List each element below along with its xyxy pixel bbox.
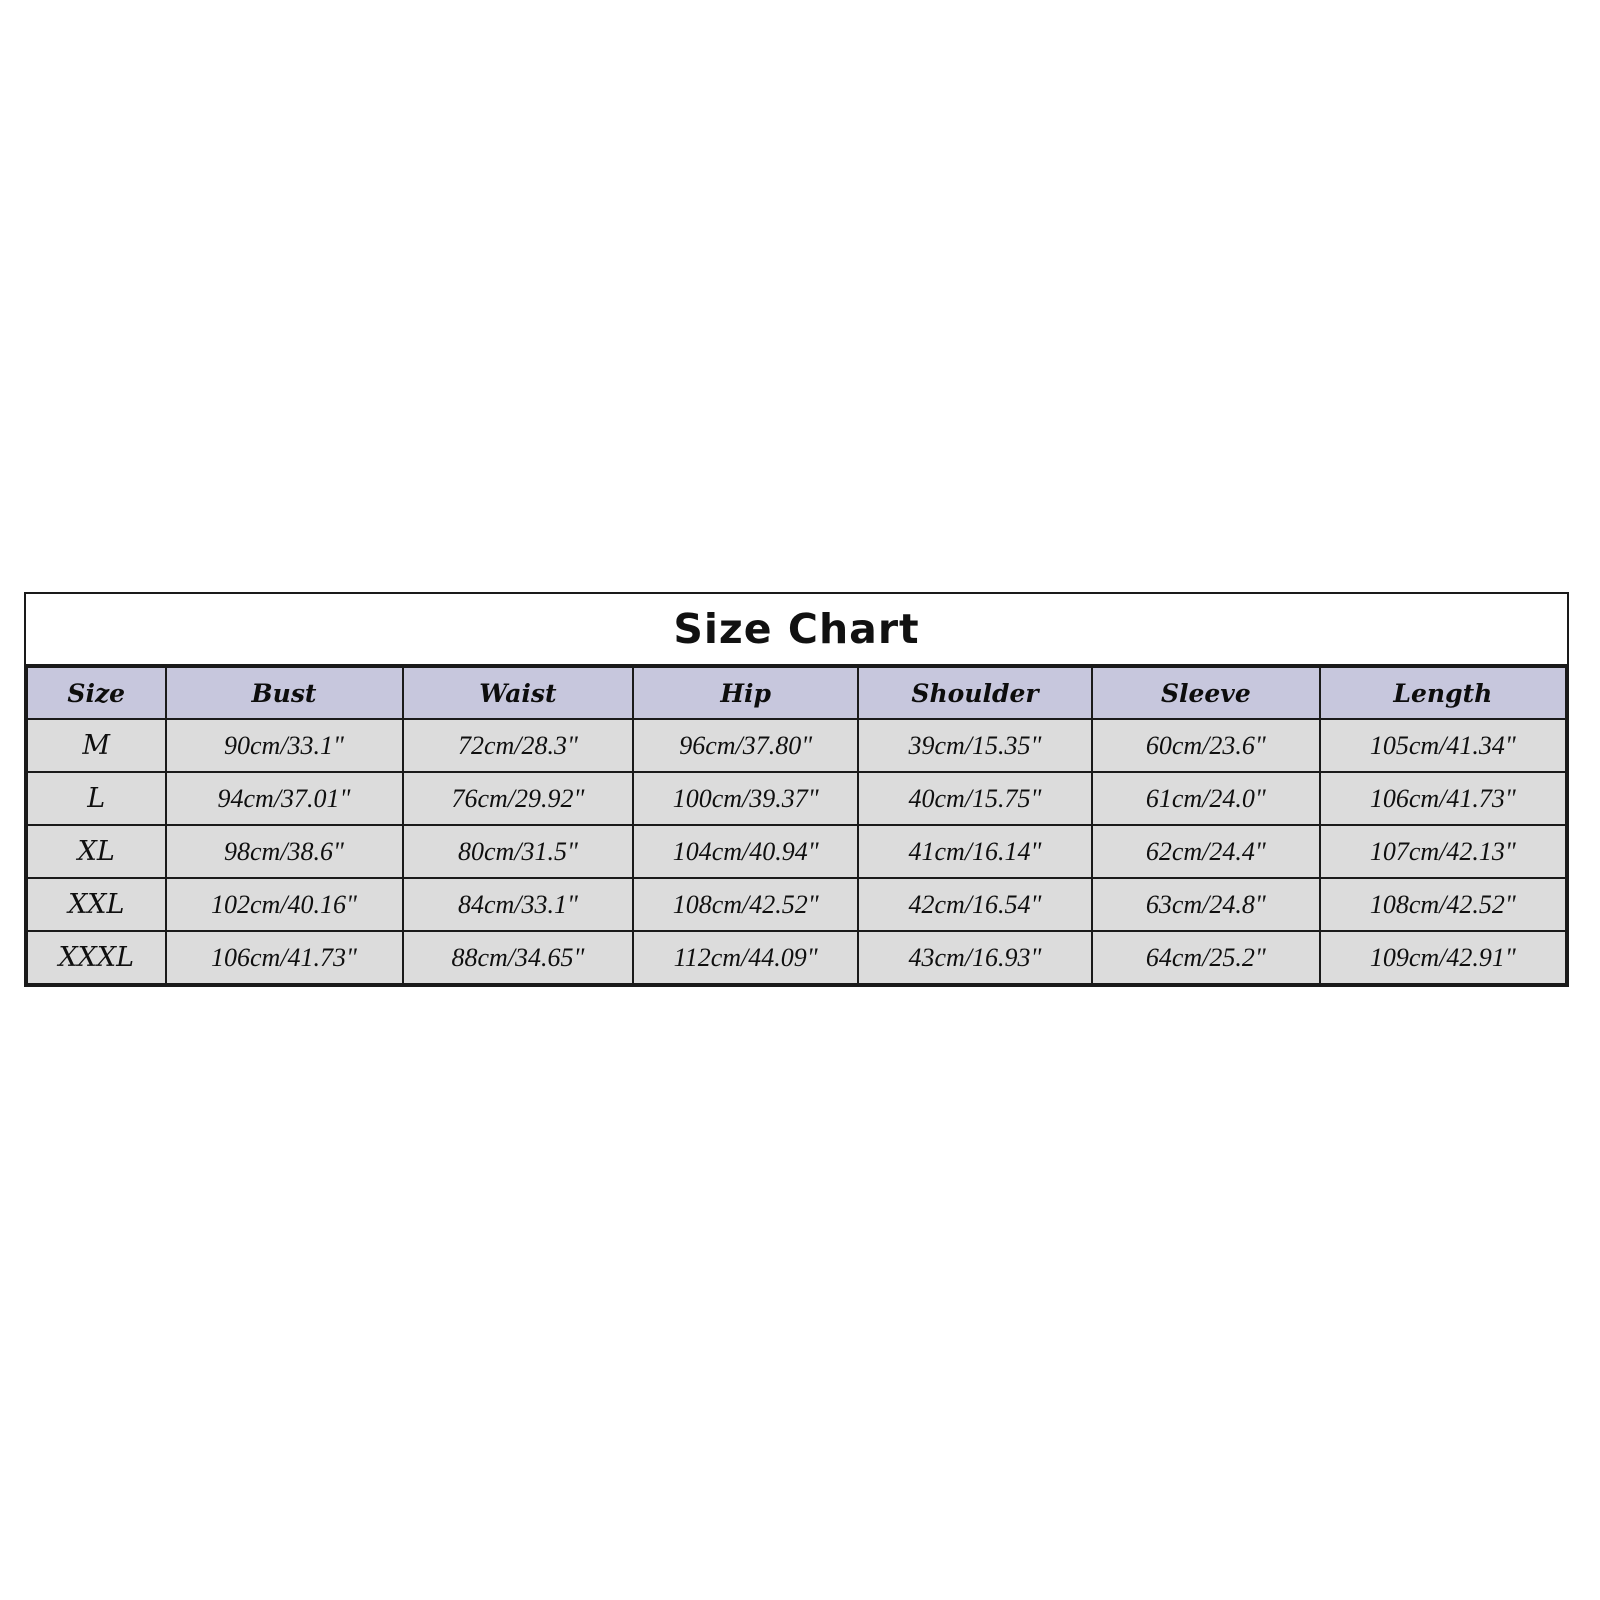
cell-length: 108cm/42.52"	[1318, 877, 1568, 932]
table-row: L 94cm/37.01" 76cm/29.92" 100cm/39.37" 4…	[26, 771, 1568, 826]
size-chart-title-band: Size Chart	[26, 594, 1567, 666]
cell-waist: 84cm/33.1"	[401, 877, 635, 932]
cell-hip: 108cm/42.52"	[632, 877, 860, 932]
table-body: M 90cm/33.1" 72cm/28.3" 96cm/37.80" 39cm…	[26, 718, 1568, 985]
cell-waist: 72cm/28.3"	[401, 718, 635, 773]
cell-length: 105cm/41.34"	[1318, 718, 1568, 773]
cell-sleeve: 62cm/24.4"	[1090, 824, 1321, 879]
table-header: Size Bust Waist Hip Shoulder Sleeve Leng…	[26, 666, 1568, 720]
cell-length: 106cm/41.73"	[1318, 771, 1568, 826]
cell-waist: 88cm/34.65"	[401, 930, 635, 985]
cell-waist: 80cm/31.5"	[401, 824, 635, 879]
cell-bust: 90cm/33.1"	[164, 718, 404, 773]
column-header-bust: Bust	[164, 666, 404, 720]
cell-size: XXXL	[26, 930, 167, 985]
cell-shoulder: 43cm/16.93"	[857, 930, 1093, 985]
cell-shoulder: 39cm/15.35"	[857, 718, 1093, 773]
cell-shoulder: 40cm/15.75"	[857, 771, 1093, 826]
cell-size: XXL	[26, 877, 167, 932]
cell-hip: 100cm/39.37"	[632, 771, 860, 826]
page-title: Size Chart	[673, 604, 920, 653]
column-header-sleeve: Sleeve	[1090, 666, 1321, 720]
table-row: XXL 102cm/40.16" 84cm/33.1" 108cm/42.52"…	[26, 877, 1568, 932]
cell-sleeve: 60cm/23.6"	[1090, 718, 1321, 773]
cell-bust: 102cm/40.16"	[164, 877, 404, 932]
cell-size: L	[26, 771, 167, 826]
column-header-hip: Hip	[632, 666, 860, 720]
column-header-length: Length	[1318, 666, 1568, 720]
cell-sleeve: 64cm/25.2"	[1090, 930, 1321, 985]
cell-waist: 76cm/29.92"	[401, 771, 635, 826]
cell-length: 107cm/42.13"	[1318, 824, 1568, 879]
table-row: XL 98cm/38.6" 80cm/31.5" 104cm/40.94" 41…	[26, 824, 1568, 879]
table-row: M 90cm/33.1" 72cm/28.3" 96cm/37.80" 39cm…	[26, 718, 1568, 773]
size-chart-container: Size Chart Size Bust Waist Hip Shoulder	[24, 592, 1569, 987]
cell-shoulder: 41cm/16.14"	[857, 824, 1093, 879]
cell-hip: 96cm/37.80"	[632, 718, 860, 773]
cell-size: XL	[26, 824, 167, 879]
cell-hip: 112cm/44.09"	[632, 930, 860, 985]
cell-sleeve: 61cm/24.0"	[1090, 771, 1321, 826]
cell-size: M	[26, 718, 167, 773]
cell-length: 109cm/42.91"	[1318, 930, 1568, 985]
cell-hip: 104cm/40.94"	[632, 824, 860, 879]
cell-bust: 106cm/41.73"	[164, 930, 404, 985]
table-header-row: Size Bust Waist Hip Shoulder Sleeve Leng…	[26, 666, 1568, 720]
cell-bust: 94cm/37.01"	[164, 771, 404, 826]
cell-shoulder: 42cm/16.54"	[857, 877, 1093, 932]
cell-bust: 98cm/38.6"	[164, 824, 404, 879]
cell-sleeve: 63cm/24.8"	[1090, 877, 1321, 932]
column-header-shoulder: Shoulder	[857, 666, 1093, 720]
table-row: XXXL 106cm/41.73" 88cm/34.65" 112cm/44.0…	[26, 930, 1568, 985]
column-header-size: Size	[26, 666, 167, 720]
size-chart-page: Size Chart Size Bust Waist Hip Shoulder	[0, 0, 1600, 1600]
column-header-waist: Waist	[401, 666, 635, 720]
size-chart-table: Size Bust Waist Hip Shoulder Sleeve Leng…	[26, 666, 1568, 985]
